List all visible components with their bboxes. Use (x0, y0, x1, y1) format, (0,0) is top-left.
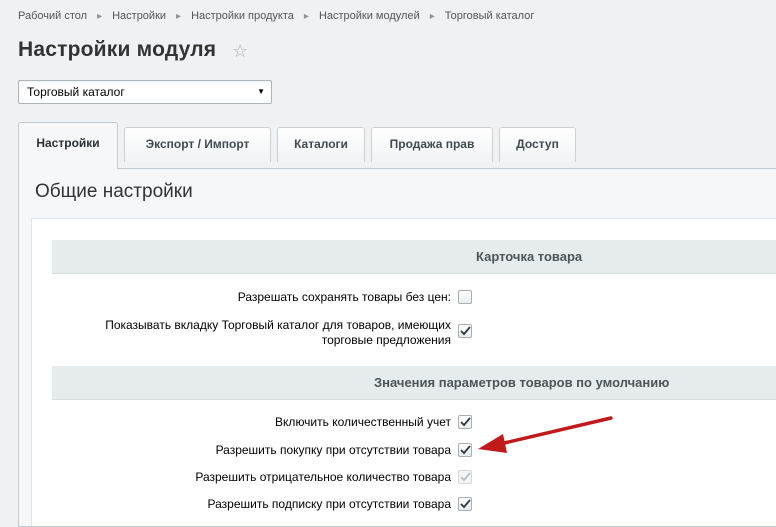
setting-row: Показывать вкладку Торговый каталог для … (52, 318, 776, 350)
group-title: Значения параметров товаров по умолчанию (374, 375, 670, 390)
breadcrumb-separator-icon: ▸ (97, 11, 103, 22)
breadcrumb-module-settings[interactable]: Настройки модулей (319, 10, 420, 22)
module-select[interactable]: Торговый каталог ▼ (18, 80, 272, 104)
tab-rights-sale[interactable]: Продажа прав (371, 127, 493, 162)
settings-panel: Общие настройки Карточка товара Разрешат… (18, 168, 776, 527)
checkmark-icon (460, 445, 471, 455)
group-header-default-values: Значения параметров товаров по умолчанию (52, 366, 776, 400)
breadcrumb: Рабочий стол ▸ Настройки ▸ Настройки продукт… (18, 10, 534, 22)
checkmark-icon (460, 472, 471, 482)
setting-label: Разрешить подписку при отсутствии товара (207, 497, 452, 511)
setting-row: Включить количественный учет (52, 415, 776, 431)
breadcrumb-desktop[interactable]: Рабочий стол (18, 10, 87, 22)
save-without-prices-checkbox[interactable] (458, 290, 472, 304)
tab-catalogs[interactable]: Каталоги (277, 127, 365, 162)
allow-negative-quantity-checkbox (458, 470, 472, 484)
allow-purchase-out-of-stock-checkbox[interactable] (458, 443, 472, 457)
breadcrumb-product-settings[interactable]: Настройки продукта (191, 10, 294, 22)
quantity-tracking-checkbox[interactable] (458, 415, 472, 429)
setting-label-line-1: Показывать вкладку Торговый каталог для … (105, 318, 451, 332)
setting-label: Включить количественный учет (275, 415, 451, 429)
breadcrumb-separator-icon: ▸ (303, 11, 309, 22)
page-title: Настройки модуля (18, 38, 217, 61)
checkmark-icon (460, 326, 471, 336)
settings-form: Карточка товара Разрешать сохранять това… (31, 218, 776, 526)
group-title: Карточка товара (476, 249, 583, 264)
breadcrumb-separator-icon: ▸ (429, 11, 435, 22)
checkmark-icon (460, 417, 471, 427)
breadcrumb-trade-catalog[interactable]: Торговый каталог (445, 10, 535, 22)
breadcrumb-separator-icon: ▸ (176, 11, 182, 22)
section-title: Общие настройки (35, 181, 193, 202)
triangle-down-icon: ▼ (257, 87, 265, 96)
checkmark-icon (460, 499, 471, 509)
breadcrumb-settings[interactable]: Настройки (112, 10, 166, 22)
setting-row: Разрешать сохранять товары без цен: (52, 290, 776, 306)
show-catalog-tab-checkbox[interactable] (458, 324, 472, 338)
setting-row: Разрешить отрицательное количество товар… (52, 470, 776, 486)
setting-label: Разрешать сохранять товары без цен: (237, 290, 451, 304)
setting-label: Разрешить отрицательное количество товар… (195, 470, 451, 484)
tab-export-import[interactable]: Экспорт / Импорт (124, 127, 271, 162)
tab-access[interactable]: Доступ (499, 127, 576, 162)
setting-label-line-2: торговые предложения (321, 333, 451, 347)
tab-settings[interactable]: Настройки (18, 122, 118, 169)
star-outline-icon[interactable]: ☆ (232, 41, 248, 61)
module-select-value: Торговый каталог (27, 85, 125, 99)
allow-subscription-checkbox[interactable] (458, 497, 472, 511)
setting-row: Разрешить подписку при отсутствии товара (52, 497, 776, 513)
setting-label: Разрешить покупку при отсутствии товара (215, 443, 451, 457)
setting-row: Разрешить покупку при отсутствии товара (52, 443, 776, 459)
group-header-product-card: Карточка товара (52, 240, 776, 274)
